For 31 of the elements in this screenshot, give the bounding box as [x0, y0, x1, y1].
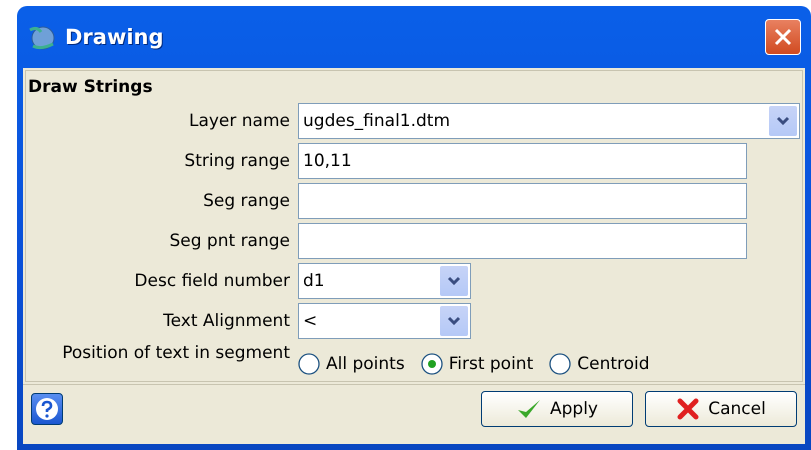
field-label: Layer name — [188, 111, 290, 131]
field-label: Seg range — [202, 191, 290, 211]
window-title: Drawing — [65, 25, 165, 49]
section-title: Draw Strings — [28, 76, 154, 99]
dropdown-field[interactable]: < — [298, 303, 471, 339]
dropdown-field[interactable]: d1 — [298, 263, 471, 299]
apply-button[interactable]: Apply — [481, 391, 633, 427]
input-field[interactable] — [298, 183, 747, 219]
dropdown-field[interactable]: ugdes_final1.dtm — [298, 103, 800, 139]
field-label: String range — [183, 151, 290, 171]
help-button[interactable] — [31, 393, 63, 425]
radio-option[interactable]: First point — [420, 353, 534, 375]
chevron-icon — [447, 316, 461, 326]
help-icon — [35, 397, 59, 421]
dropdown-button[interactable] — [440, 266, 468, 296]
input-field[interactable]: 10,11 — [298, 143, 747, 179]
field-label: Seg pnt range — [168, 231, 290, 251]
field-label: Text Alignment — [162, 311, 290, 331]
dropdown-button[interactable] — [440, 306, 468, 336]
input-field[interactable] — [298, 223, 747, 259]
close-icon — [676, 397, 700, 421]
close-button[interactable] — [765, 19, 801, 55]
dropdown-button[interactable] — [769, 106, 797, 136]
chevron-icon — [447, 276, 461, 286]
close-icon — [773, 27, 793, 47]
radio-option[interactable]: Centroid — [549, 353, 650, 375]
radio-option[interactable]: All points — [298, 353, 405, 375]
field-label: Desc field number — [133, 271, 290, 291]
cancel-button[interactable]: Cancel — [645, 391, 797, 427]
chevron-icon — [776, 116, 790, 126]
field-label: Position of text in segment — [61, 343, 290, 363]
